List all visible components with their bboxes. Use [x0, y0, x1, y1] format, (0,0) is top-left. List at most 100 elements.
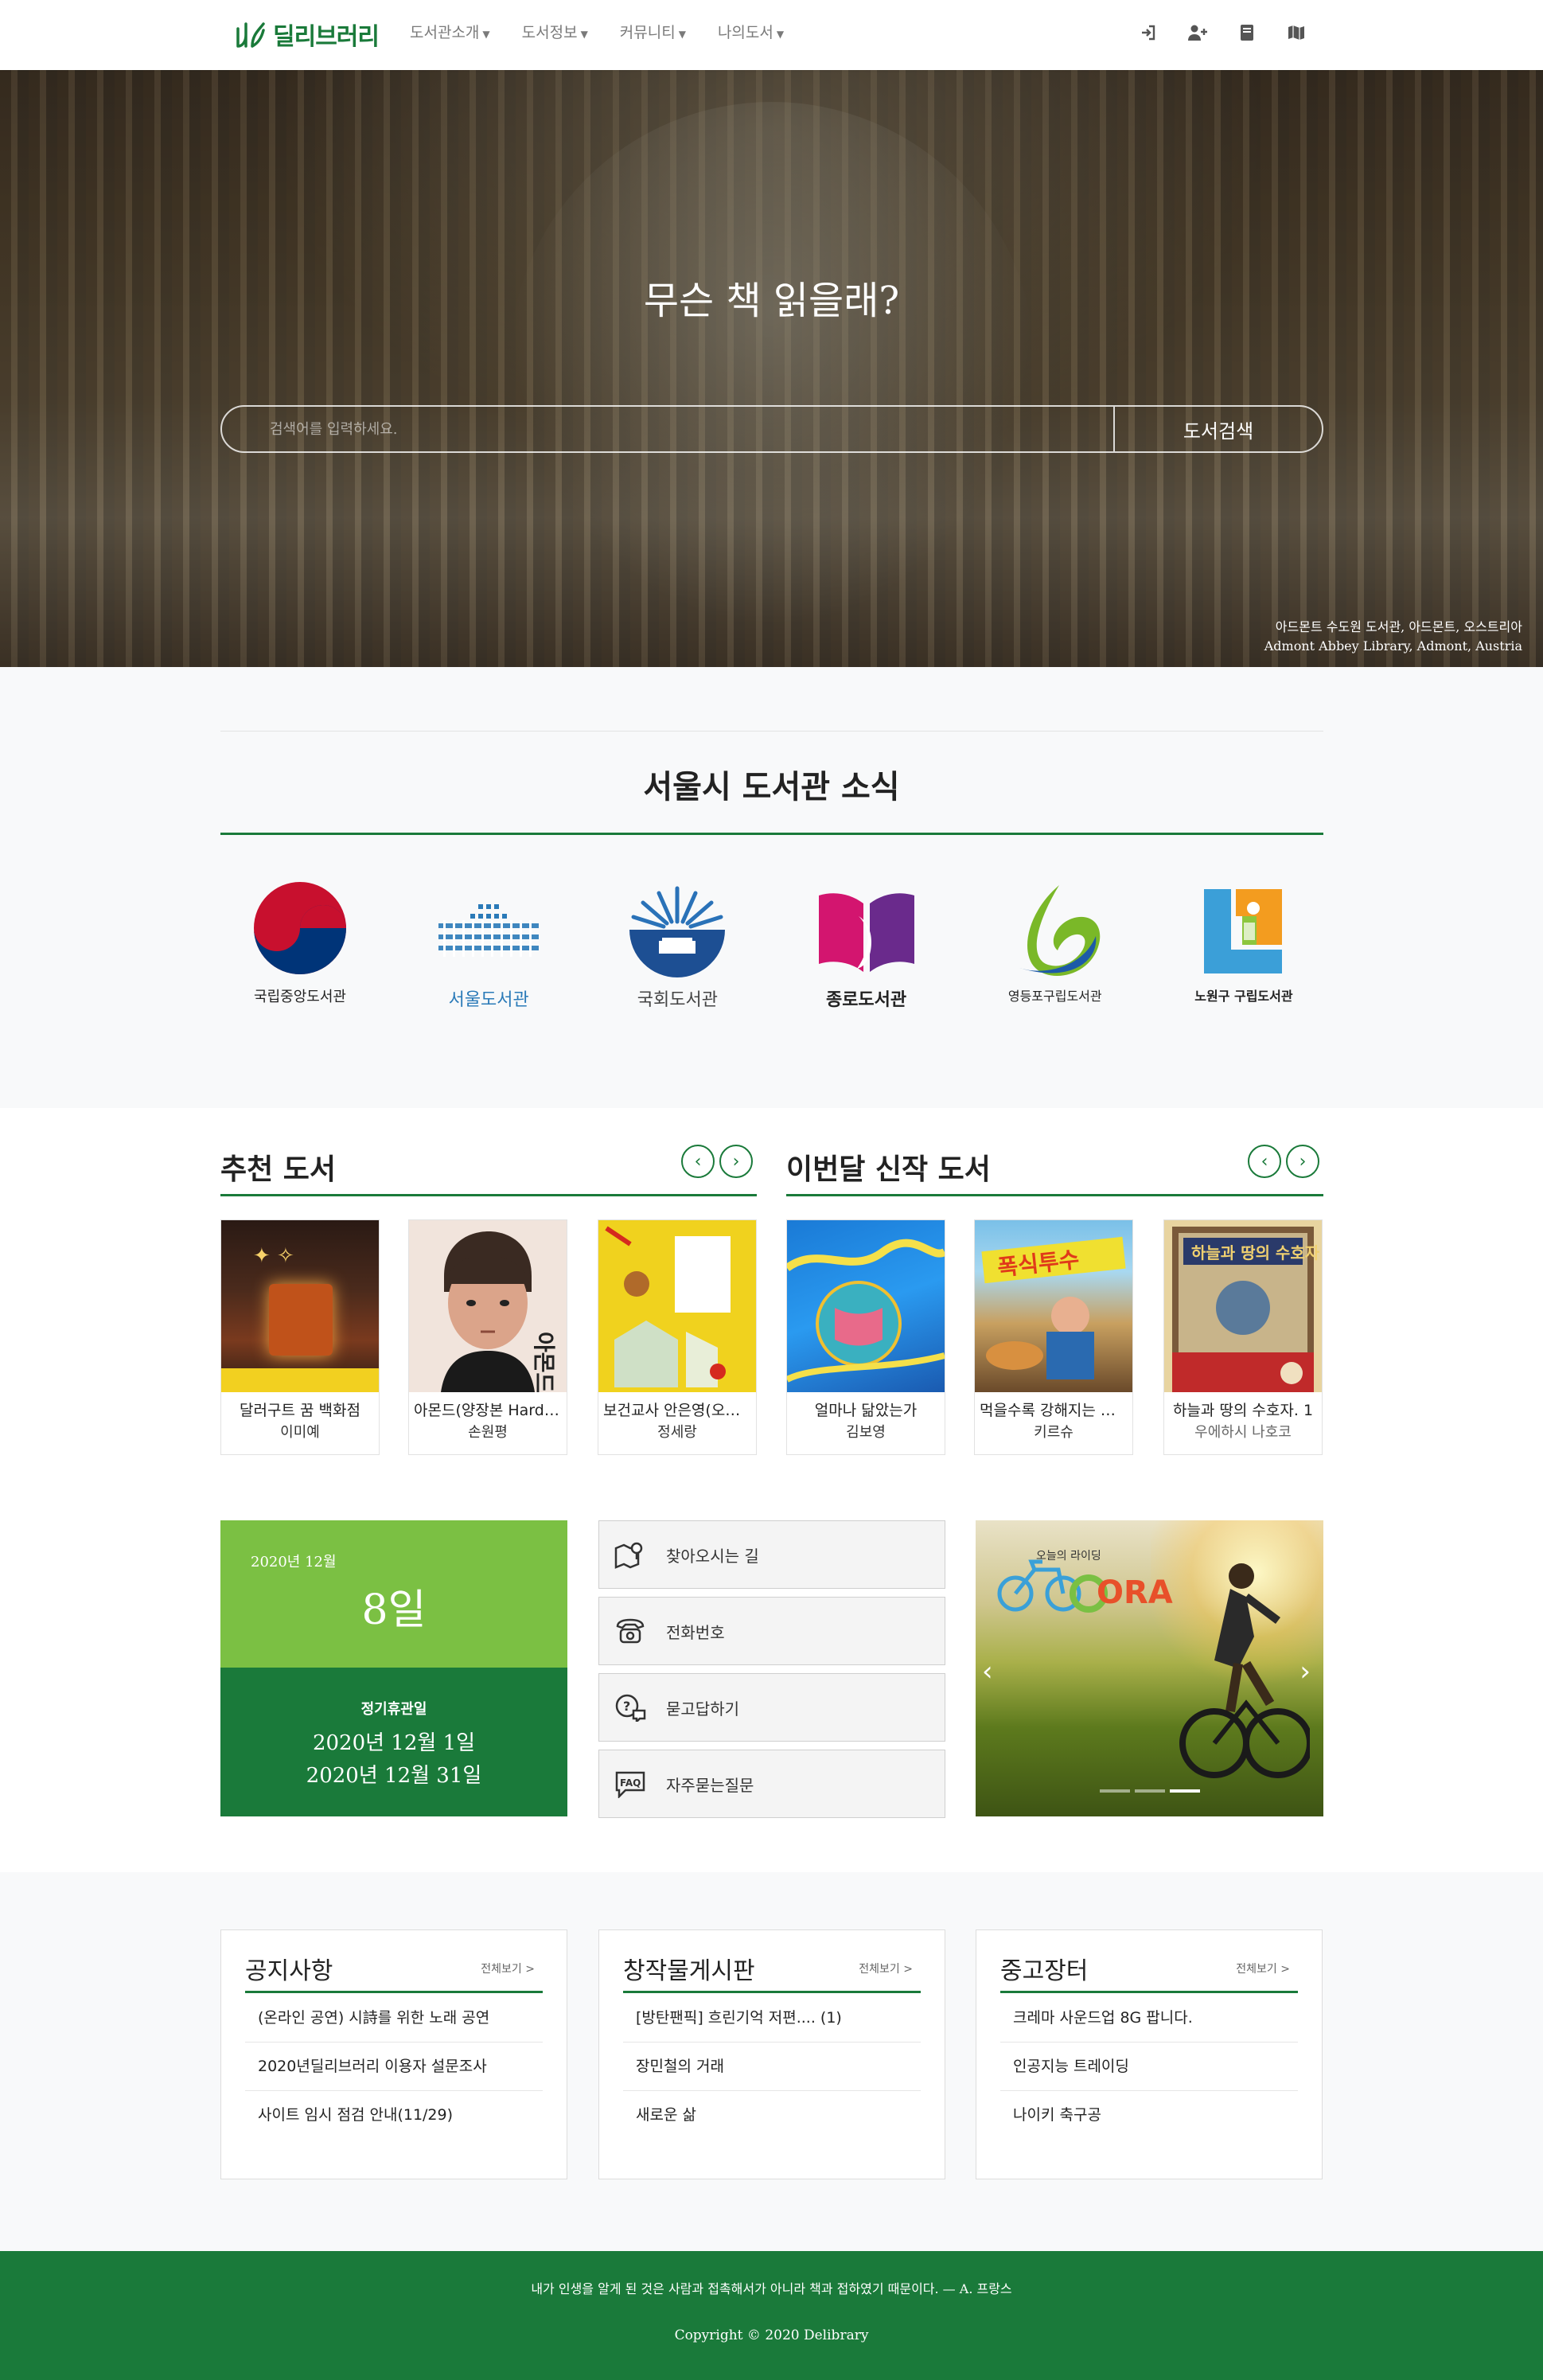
nav-item-community[interactable]: 커뮤니티 ▼ [620, 21, 686, 42]
new-books-underline [786, 1194, 1323, 1196]
book-cover: 아몬드 [409, 1220, 567, 1392]
navbar: 딜리브러리 도서관소개 ▼ 도서정보 ▼ 커뮤니티 ▼ 나의도서 ▼ [0, 0, 1543, 70]
book-icon[interactable] [1237, 22, 1257, 43]
national-library-logo [244, 880, 356, 984]
library-name: 서울도서관 [448, 990, 529, 1010]
carousel-indicator-active[interactable] [1170, 1789, 1200, 1793]
list-item[interactable]: 나이키 축구공 [1000, 2091, 1298, 2140]
library-link-nowon[interactable]: 노원구 구립도서관 [1164, 880, 1323, 1011]
board-title: 창작물게시판 [623, 1957, 755, 1985]
list-item[interactable]: 새로운 삶 [623, 2091, 921, 2140]
sign-in-icon[interactable] [1138, 22, 1159, 43]
nav-icon-group [1138, 22, 1307, 43]
hero-caption-english: Admont Abbey Library, Admont, Austria [1264, 638, 1522, 654]
nav-item-about[interactable]: 도서관소개 ▼ [410, 21, 490, 42]
chevron-right-icon: › [732, 1151, 740, 1172]
recommended-underline [220, 1194, 757, 1196]
board-title: 중고장터 [1000, 1957, 1089, 1985]
recommended-title: 추천 도서 [220, 1153, 337, 1186]
list-item[interactable]: 2020년딜리브러리 이용자 설문조사 [245, 2043, 543, 2091]
book-title: 달러구트 꿈 백화점 [240, 1402, 360, 1419]
calendar-month: 2020년 12월 [251, 1554, 337, 1570]
library-link-national[interactable]: 국립중앙도서관 [220, 880, 380, 1011]
brand-logo[interactable]: 딜리브러리 [235, 16, 380, 53]
book-author: 정세랑 [657, 1424, 697, 1441]
nowon-library-logo [1188, 880, 1299, 984]
svg-text:?: ? [623, 1699, 630, 1714]
carousel-indicator[interactable] [1135, 1789, 1165, 1793]
library-name: 국회도서관 [637, 990, 718, 1010]
view-all-link[interactable]: 전체보기 > [859, 1961, 913, 1976]
nav-item-books[interactable]: 도서정보 ▼ [522, 21, 588, 42]
brand-name: 딜리브러리 [273, 23, 380, 51]
closed-days-label: 정기휴관일 [360, 1701, 427, 1718]
nav-item-mybooks[interactable]: 나의도서 ▼ [718, 21, 784, 42]
list-item[interactable]: 인공지능 트레이딩 [1000, 2043, 1298, 2091]
quick-link-phone[interactable]: 전화번호 [598, 1597, 945, 1665]
cover-art [269, 1284, 333, 1356]
book-cover: 하늘과 땅의 수호자 [1164, 1220, 1322, 1392]
book-card[interactable]: ✦ ✧ 달러구트 꿈 백화점 이미예 [220, 1219, 380, 1455]
quick-link-qna[interactable]: ? 묻고답하기 [598, 1673, 945, 1742]
library-link-seoul[interactable]: 서울도서관 [409, 880, 568, 1011]
caret-down-icon: ▼ [580, 29, 588, 40]
quick-link-label: 찾아오시는 길 [666, 1546, 759, 1566]
quick-link-label: 전화번호 [666, 1622, 725, 1642]
board-underline [245, 1991, 543, 1993]
carousel-indicators [1100, 1789, 1200, 1793]
book-cover: ✦ ✧ [221, 1220, 379, 1392]
list-item[interactable]: [방탄팬픽] 흐린기억 저편.... (1) [623, 1994, 921, 2043]
hero-banner: 무슨 책 읽을래? 도서검색 아드몬트 수도원 도서관, 아드몬트, 오스트리아… [0, 70, 1543, 667]
new-books-next-button[interactable]: › [1286, 1145, 1319, 1178]
caret-down-icon: ▼ [678, 29, 686, 40]
nav-label: 커뮤니티 [619, 24, 676, 41]
book-card[interactable]: 얼마나 닮았는가 김보영 [786, 1219, 945, 1455]
library-link-assembly[interactable]: 국회도서관 [598, 880, 757, 1011]
book-card[interactable]: 하늘과 땅의 수호자 하늘과 땅의 수호자. 1 우에하시 나호코 [1163, 1219, 1323, 1455]
library-name: 국립중앙도서관 [254, 989, 346, 1005]
quick-link-label: 자주묻는질문 [666, 1775, 754, 1795]
book-card[interactable]: 아몬드 아몬드(양장본 Hardcover) 손원평 [408, 1219, 567, 1455]
svg-text:하늘과 땅의 수호자: 하늘과 땅의 수호자 [1191, 1243, 1320, 1262]
carousel-prev-icon[interactable]: ‹ [982, 1656, 993, 1687]
carousel-indicator[interactable] [1100, 1789, 1130, 1793]
quick-link-directions[interactable]: 찾아오시는 길 [598, 1520, 945, 1589]
library-link-yeongdeungpo[interactable]: 영등포구립도서관 [976, 880, 1135, 1011]
hero-overlay [0, 70, 1543, 667]
new-books-title: 이번달 신작 도서 [786, 1153, 991, 1186]
library-link-jongno[interactable]: 종로도서관 [787, 880, 946, 1011]
carousel-next-icon[interactable]: › [1299, 1656, 1311, 1687]
cover-art [221, 1368, 379, 1392]
book-title: 보건교사 안은영(오늘의 젊은 작가 9) [603, 1402, 751, 1419]
banner-brand: ORA [1097, 1574, 1173, 1611]
library-logo-row: 국립중앙도서관 서울도서관 국회도서관 종로도서관 영등포구립도서관 노원구 구… [220, 880, 1323, 1011]
nav-label: 도서정보 [521, 24, 578, 41]
view-all-link[interactable]: 전체보기 > [1236, 1961, 1290, 1976]
seoul-library-logo [433, 880, 544, 984]
map-icon[interactable] [1286, 22, 1307, 43]
list-item[interactable]: 사이트 임시 점검 안내(11/29) [245, 2091, 543, 2140]
book-author: 키르슈 [1034, 1424, 1073, 1441]
quick-link-faq[interactable]: FAQ 자주묻는질문 [598, 1750, 945, 1818]
closed-date: 2020년 12월 1일 [312, 1731, 476, 1755]
search-input[interactable] [222, 407, 1113, 451]
cover-art [787, 1239, 945, 1383]
chevron-right-icon: › [1299, 1151, 1307, 1172]
caret-down-icon: ▼ [776, 29, 785, 40]
search-button[interactable]: 도서검색 [1113, 407, 1322, 451]
book-card[interactable]: 보건교사 안은영(오늘의 젊은 작가 9) 정세랑 [598, 1219, 757, 1455]
recommended-next-button[interactable]: › [719, 1145, 753, 1178]
list-item[interactable]: 크레마 사운드업 8G 팝니다. [1000, 1994, 1298, 2043]
book-author: 이미예 [280, 1424, 320, 1441]
view-all-link[interactable]: 전체보기 > [481, 1961, 535, 1976]
list-item[interactable]: (온라인 공연) 시詩를 위한 노래 공연 [245, 1994, 543, 2043]
recommended-prev-button[interactable]: ‹ [681, 1145, 715, 1178]
user-plus-icon[interactable] [1187, 22, 1208, 43]
board-creative: 창작물게시판 전체보기 > [방탄팬픽] 흐린기억 저편.... (1) 장민철… [598, 1929, 945, 2179]
cover-art [605, 1226, 731, 1387]
chevron-left-icon: ‹ [694, 1151, 702, 1172]
book-card[interactable]: 폭식투수 먹을수록 강해지는 폭식투수 키르슈 [974, 1219, 1133, 1455]
list-item[interactable]: 장민철의 거래 [623, 2043, 921, 2091]
search-box: 도서검색 [220, 405, 1323, 453]
new-books-prev-button[interactable]: ‹ [1248, 1145, 1281, 1178]
